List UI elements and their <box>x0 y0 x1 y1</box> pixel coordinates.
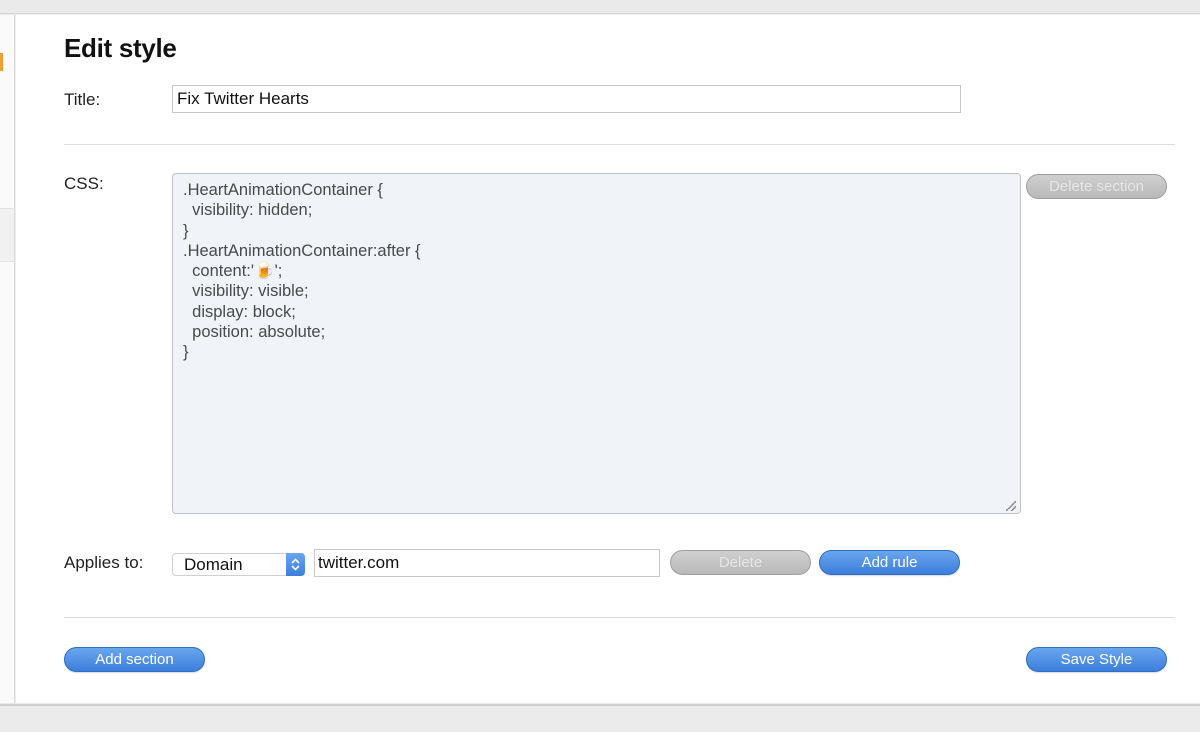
chevron-up-down-icon <box>286 553 305 576</box>
rule-type-select[interactable]: Domain <box>172 553 305 576</box>
delete-rule-button[interactable]: Delete <box>670 550 811 575</box>
window-bottom-edge <box>0 704 1200 732</box>
sidebar-selected-item[interactable] <box>0 208 14 262</box>
page-title: Edit style <box>64 33 177 63</box>
css-code-editor[interactable]: .HeartAnimationContainer { visibility: h… <box>172 173 1021 514</box>
add-section-button[interactable]: Add section <box>64 647 205 672</box>
sidebar <box>0 15 15 703</box>
divider <box>64 144 1175 145</box>
title-input[interactable] <box>172 85 961 113</box>
window-top-edge <box>0 0 1200 14</box>
delete-section-button[interactable]: Delete section <box>1026 174 1167 199</box>
rule-type-selected-value: Domain <box>184 554 243 574</box>
divider <box>64 617 1175 618</box>
css-label: CSS: <box>64 174 104 193</box>
rule-value-input[interactable] <box>314 549 660 577</box>
title-label: Title: <box>64 90 101 109</box>
edit-style-panel: Edit style Title: CSS: .HeartAnimationCo… <box>16 15 1200 703</box>
add-rule-button[interactable]: Add rule <box>819 550 960 575</box>
sidebar-accent-marker <box>0 53 3 71</box>
save-style-button[interactable]: Save Style <box>1026 647 1167 672</box>
applies-to-label: Applies to: <box>64 553 144 572</box>
resize-handle-icon[interactable] <box>1006 501 1016 511</box>
